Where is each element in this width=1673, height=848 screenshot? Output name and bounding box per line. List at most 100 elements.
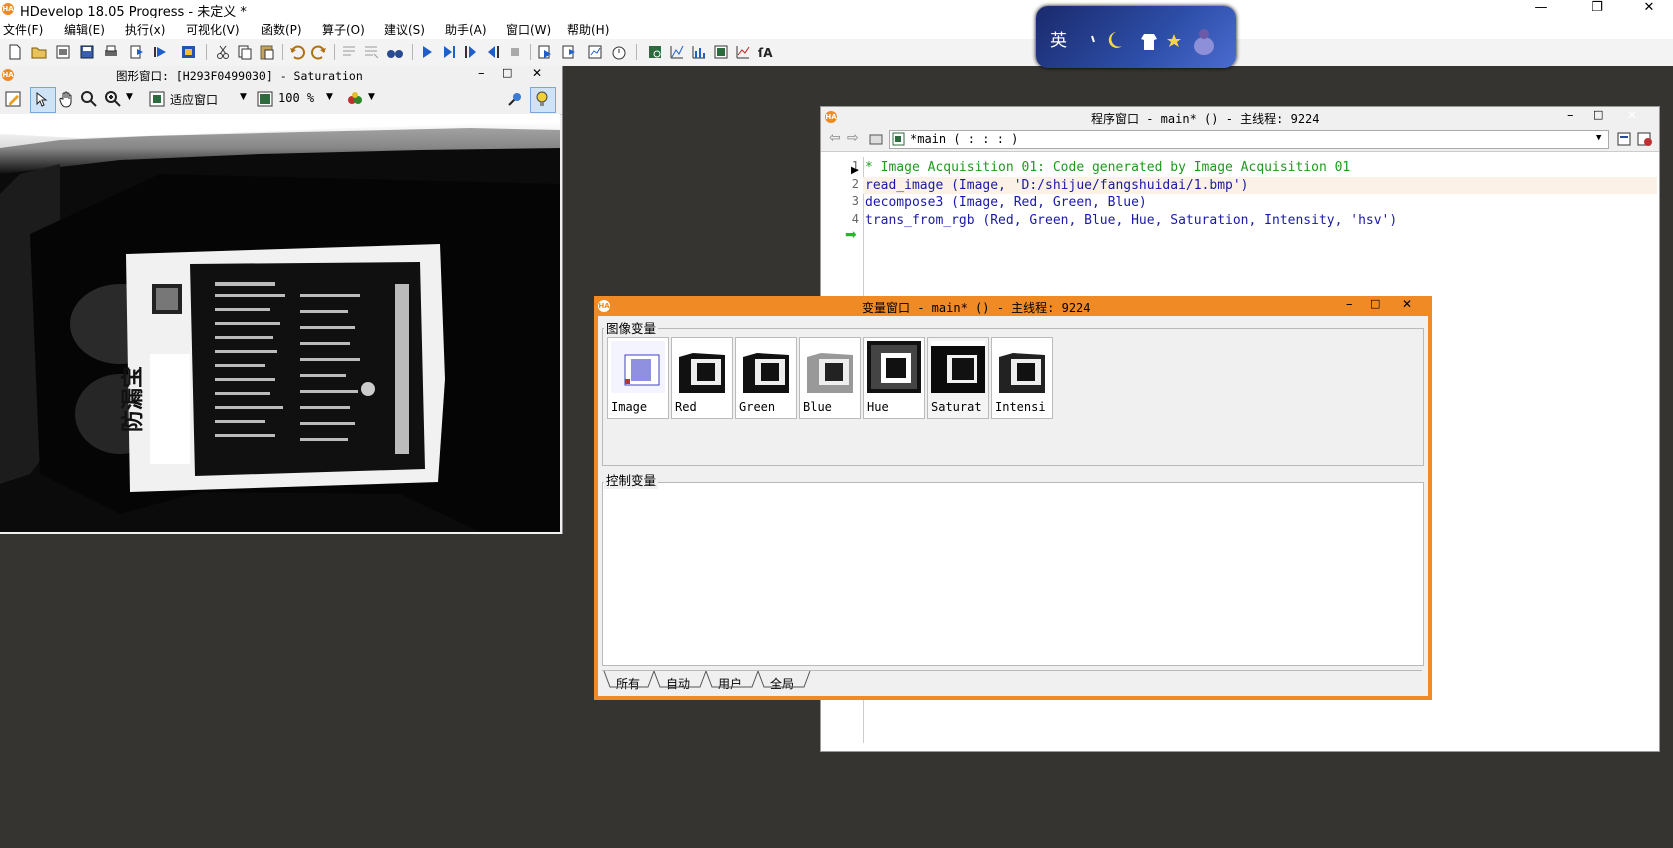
insert-code-icon[interactable] <box>152 43 170 61</box>
cut-icon[interactable] <box>214 43 232 61</box>
close-button[interactable]: ✕ <box>1627 108 1637 122</box>
fit-window-icon[interactable] <box>148 90 166 108</box>
new-file-icon[interactable] <box>6 43 24 61</box>
image-var-intensity[interactable]: Intensi <box>991 337 1053 419</box>
print-icon[interactable] <box>102 43 120 61</box>
menu-window[interactable]: 窗口(W) <box>506 20 551 39</box>
close-button[interactable]: ✕ <box>1626 0 1672 18</box>
close-button[interactable]: ✕ <box>1402 297 1412 311</box>
chevron-down-icon[interactable]: ▼ <box>1596 133 1601 143</box>
ime-badge[interactable]: 英 <box>1036 6 1236 68</box>
procedure-settings-icon[interactable] <box>1637 131 1653 147</box>
image-thumbnail <box>867 341 921 393</box>
minimize-button[interactable]: – <box>1346 297 1353 312</box>
image-var-image[interactable]: Image <box>607 337 669 419</box>
image-var-green[interactable]: Green <box>735 337 797 419</box>
menu-execute[interactable]: 执行(x) <box>125 20 165 39</box>
feature-histogram-icon[interactable] <box>690 43 708 61</box>
undo-icon[interactable] <box>288 43 306 61</box>
menu-assistants[interactable]: 助手(A) <box>445 20 487 39</box>
paste-icon[interactable] <box>258 43 276 61</box>
uncomment-icon[interactable] <box>362 43 380 61</box>
read-image-icon[interactable] <box>128 43 146 61</box>
image-var-red[interactable]: Red <box>671 337 733 419</box>
image-thumbnail <box>995 341 1049 393</box>
code-line[interactable]: * Image Acquisition 01: Code generated b… <box>865 159 1350 177</box>
image-inspect-icon[interactable] <box>646 43 664 61</box>
image-var-saturation[interactable]: Saturat <box>927 337 989 419</box>
pixel-info-icon[interactable] <box>506 90 524 108</box>
code-line-highlighted[interactable]: read_image (Image, 'D:/shijue/fangshuida… <box>863 176 1657 194</box>
line-number: 4 <box>851 211 859 226</box>
minimize-button[interactable]: — <box>1518 0 1564 18</box>
image-var-label: Intensi <box>995 400 1046 414</box>
pan-hand-icon[interactable] <box>58 90 76 108</box>
back-arrow-icon[interactable]: ⇦ <box>829 130 841 146</box>
forward-arrow-icon[interactable]: ⇨ <box>847 130 859 146</box>
minimize-button[interactable]: – <box>1567 108 1574 123</box>
menu-operators[interactable]: 算子(O) <box>322 20 365 39</box>
program-window-titlebar: HA 程序窗口 - main* () - 主线程: 9224 – □ ✕ <box>821 107 1659 127</box>
maximize-button[interactable]: □ <box>1370 297 1380 310</box>
chevron-down-icon[interactable]: ▼ <box>368 92 375 102</box>
menu-edit[interactable]: 编辑(E) <box>64 20 105 39</box>
chevron-down-icon[interactable]: ▼ <box>240 92 247 102</box>
magnify-icon[interactable] <box>80 90 98 108</box>
menu-functions[interactable]: 函数(P) <box>261 20 302 39</box>
fit-window-label[interactable]: 适应窗口 <box>170 91 218 108</box>
stop-icon[interactable] <box>506 43 524 61</box>
menu-file[interactable]: 文件(F) <box>3 20 43 39</box>
maximize-button[interactable]: □ <box>502 66 512 79</box>
procedure-selector[interactable]: *main ( : : : ) ▼ <box>889 130 1609 149</box>
procedure-icon[interactable] <box>869 132 883 146</box>
zoom-value[interactable]: 100 % <box>278 91 314 105</box>
minimize-button[interactable]: – <box>478 66 485 81</box>
line-profile-icon[interactable] <box>734 43 752 61</box>
assistant-icon[interactable] <box>180 43 198 61</box>
save-icon[interactable] <box>78 43 96 61</box>
run-icon[interactable] <box>418 43 436 61</box>
variable-window-title: 变量窗口 - main* () - 主线程: 9224 <box>862 301 1091 315</box>
chevron-down-icon[interactable]: ▼ <box>126 92 133 102</box>
run-to-cursor-icon[interactable] <box>440 43 458 61</box>
step-over-icon[interactable] <box>462 43 480 61</box>
code-line[interactable]: decompose3 (Image, Red, Green, Blue) <box>865 194 1147 212</box>
step-into-icon[interactable] <box>484 43 502 61</box>
menu-help[interactable]: 帮助(H) <box>567 20 609 39</box>
profiler-icon[interactable] <box>586 43 604 61</box>
menu-visualize[interactable]: 可视化(V) <box>186 20 240 39</box>
graphics-canvas[interactable]: 防漏宝 <box>0 114 560 532</box>
svg-text:ſA: ſA <box>758 46 773 60</box>
find-binoculars-icon[interactable] <box>386 43 404 61</box>
color-palette-icon[interactable] <box>346 90 364 108</box>
zoom-factor-icon[interactable] <box>256 90 274 108</box>
close-button[interactable]: ✕ <box>532 66 542 80</box>
hdevelop-logo-icon: HA <box>825 111 837 123</box>
ocr-assistant-icon[interactable]: ſA <box>756 43 774 61</box>
edit-pencil-icon[interactable] <box>4 90 22 108</box>
image-var-hue[interactable]: Hue <box>863 337 925 419</box>
comment-icon[interactable] <box>340 43 358 61</box>
open-examples-icon[interactable] <box>54 43 72 61</box>
restore-button[interactable]: ❐ <box>1574 0 1620 18</box>
gray-histogram-icon[interactable] <box>668 43 686 61</box>
stopwatch-icon[interactable] <box>610 43 628 61</box>
image-var-blue[interactable]: Blue <box>799 337 861 419</box>
ime-language-label: 英 <box>1050 31 1067 51</box>
chevron-down-icon[interactable]: ▼ <box>326 92 333 102</box>
reset-step-icon[interactable] <box>560 43 578 61</box>
toolbar-separator <box>206 44 207 60</box>
hdevelop-logo-icon: HA <box>2 69 14 81</box>
open-folder-icon[interactable] <box>30 43 48 61</box>
feature-inspect-icon[interactable] <box>712 43 730 61</box>
code-line[interactable]: trans_from_rgb (Red, Green, Blue, Hue, S… <box>865 212 1397 230</box>
tab-outline <box>603 671 811 688</box>
procedure-edit-icon[interactable] <box>1617 131 1633 147</box>
copy-icon[interactable] <box>236 43 254 61</box>
redo-icon[interactable] <box>310 43 328 61</box>
menu-suggestions[interactable]: 建议(S) <box>384 20 425 39</box>
maximize-button[interactable]: □ <box>1593 108 1603 121</box>
zoom-icon[interactable] <box>104 90 122 108</box>
control-variables-group[interactable] <box>602 482 1424 666</box>
reset-program-icon[interactable] <box>536 43 554 61</box>
